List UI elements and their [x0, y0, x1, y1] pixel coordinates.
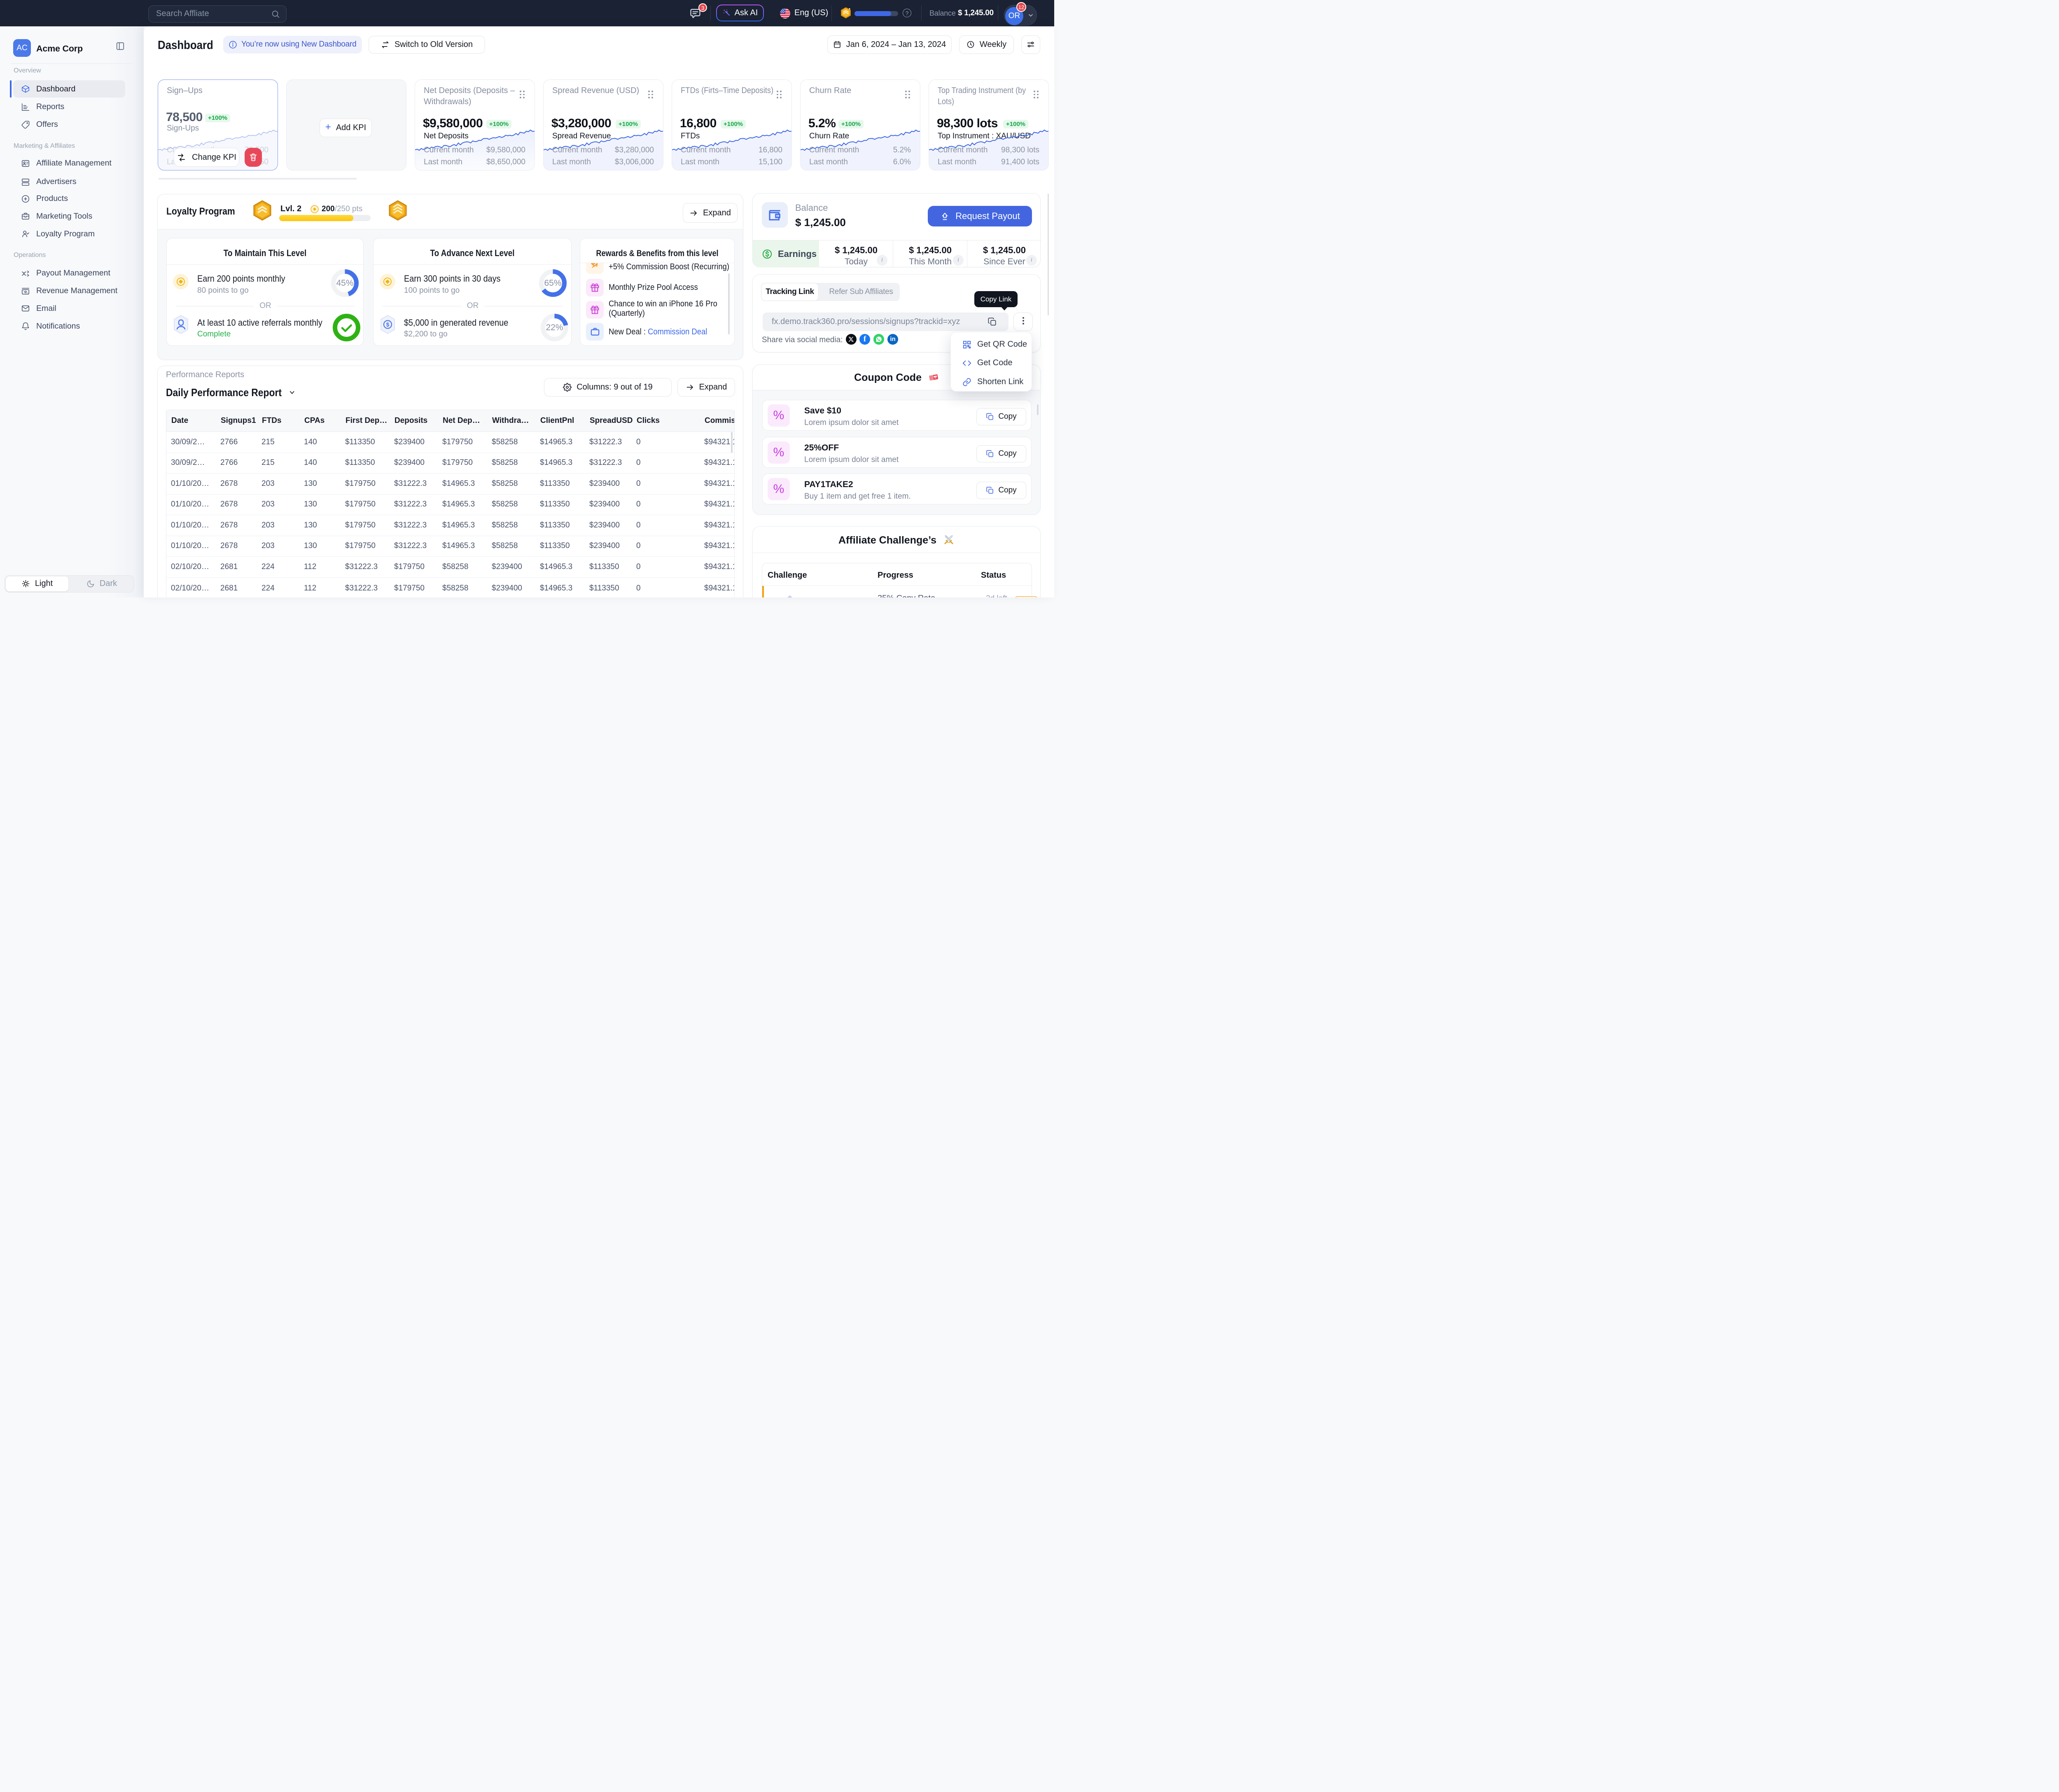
svg-text:$: $: [386, 321, 390, 328]
